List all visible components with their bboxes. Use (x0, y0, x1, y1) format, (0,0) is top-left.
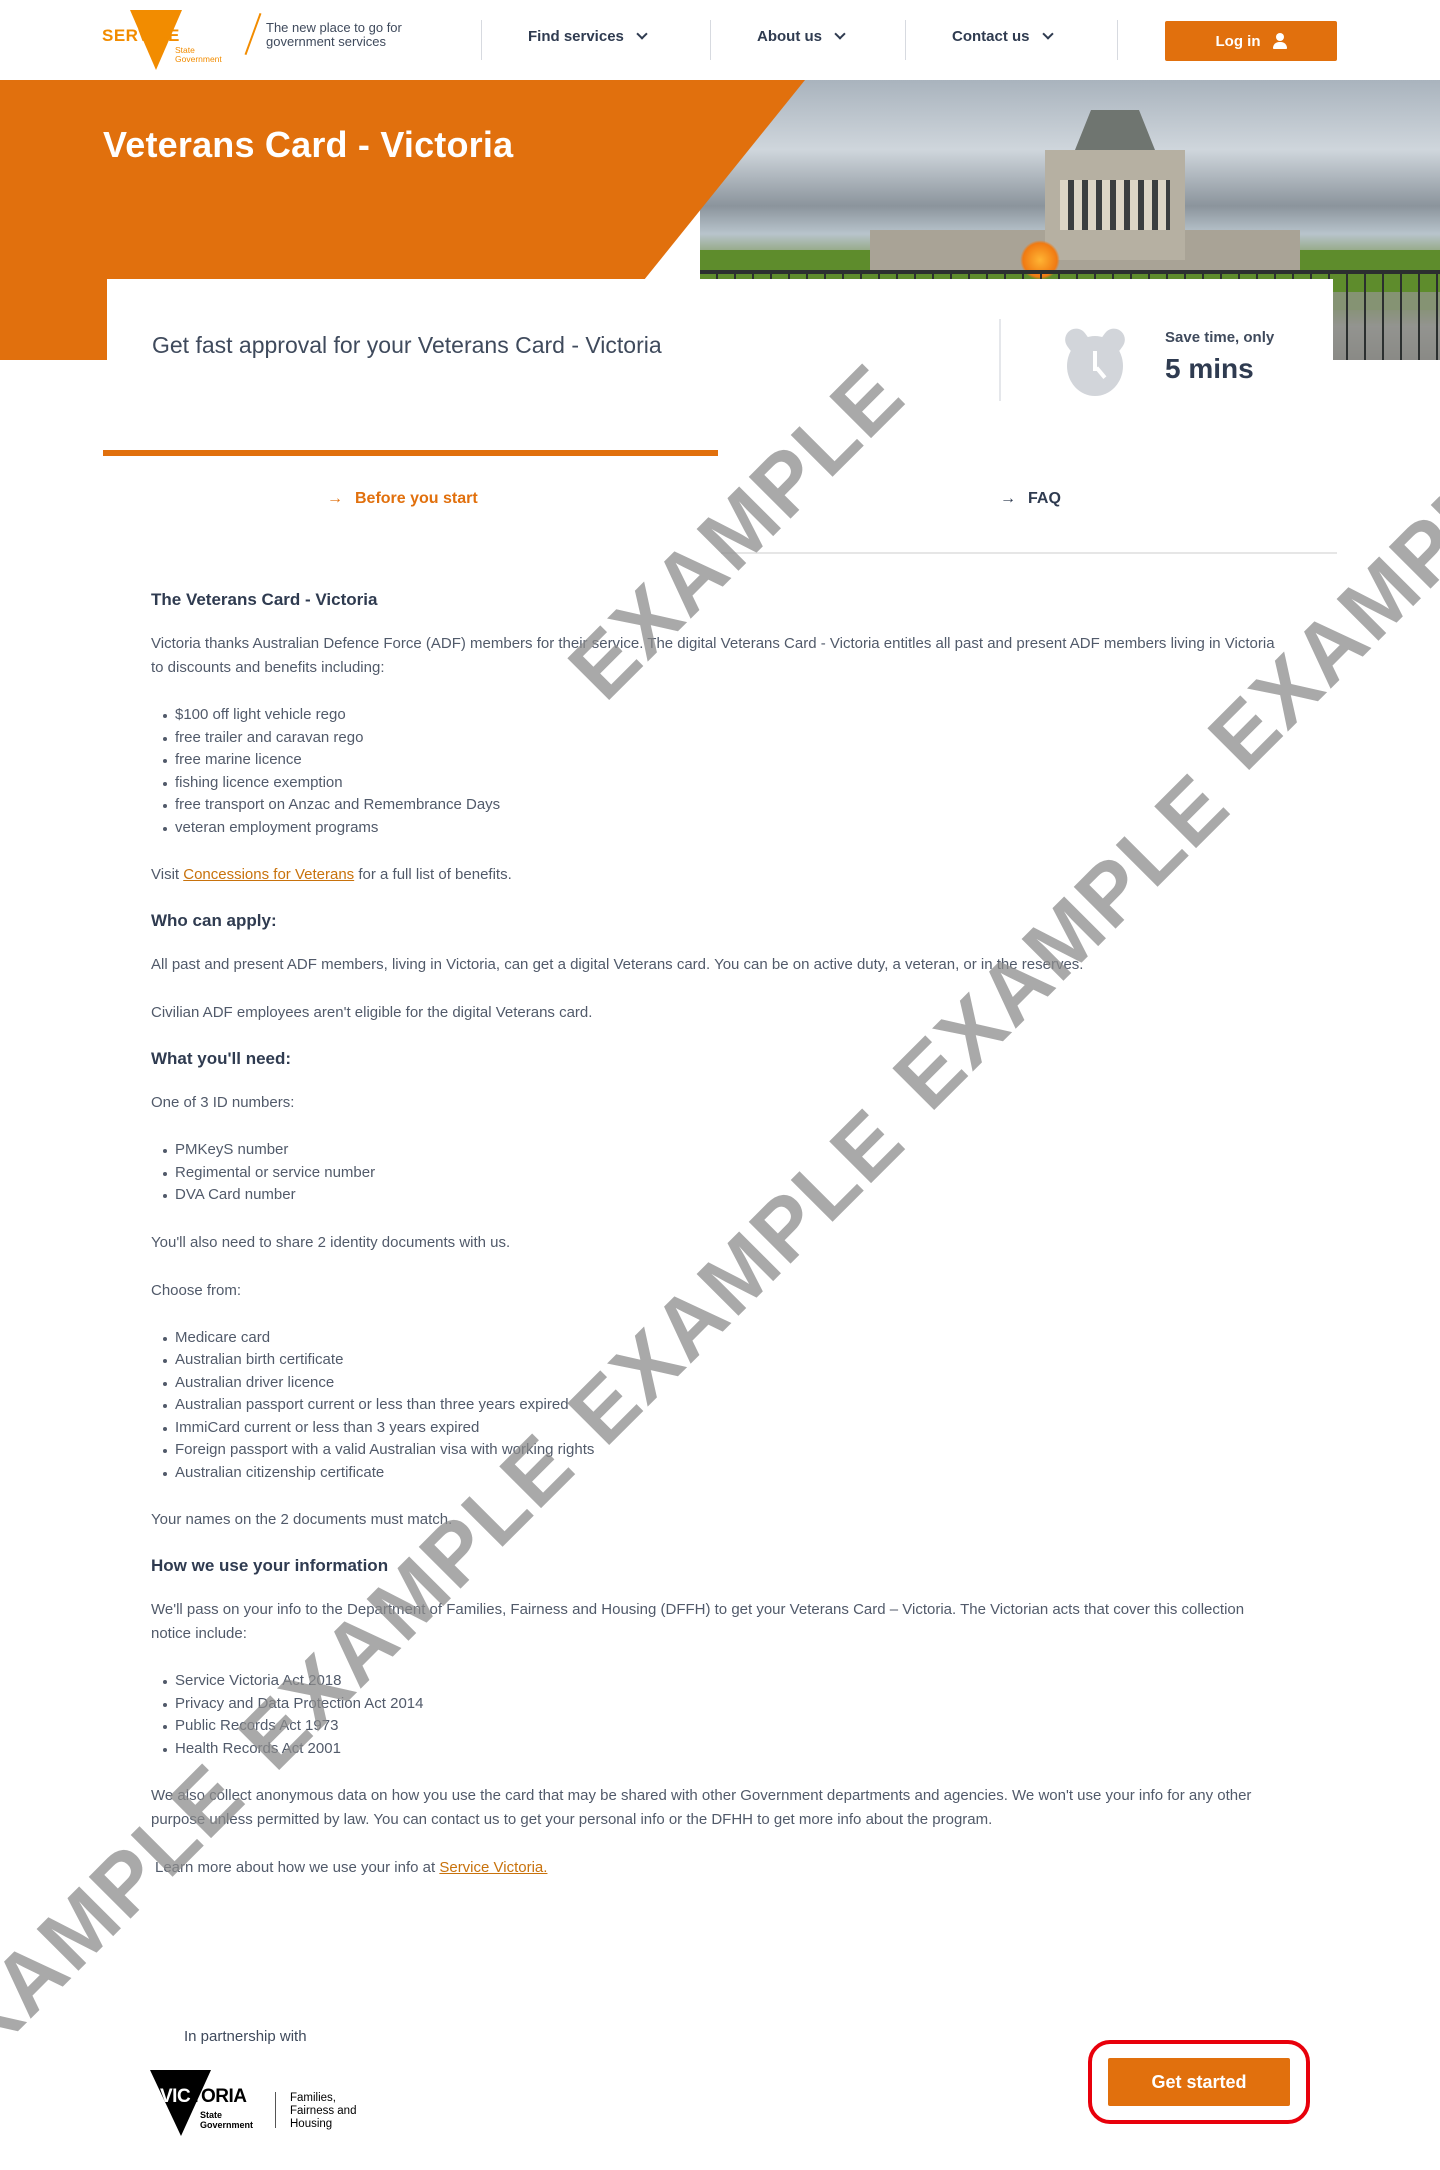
login-button[interactable]: Log in (1165, 21, 1337, 61)
visit-paragraph: Visit Concessions for Veterans for a ful… (151, 863, 1281, 887)
learn-more-prefix: Learn more about how we use your info at (155, 1859, 440, 1876)
list-item: free trailer and caravan rego (163, 727, 1281, 750)
list-item: Health Records Act 2001 (163, 1738, 1281, 1761)
list-item: Public Records Act 1973 (163, 1715, 1281, 1738)
list-item: Service Victoria Act 2018 (163, 1670, 1281, 1693)
alarm-clock-icon (1060, 324, 1130, 396)
section-heading-what-youll-need: What you'll need: (151, 1049, 292, 1068)
nav-divider (905, 20, 906, 60)
logo-text: SERVICE (102, 26, 180, 45)
nav-find-services[interactable]: Find services (528, 28, 648, 45)
victoria-dffh-logo: VICTORIA State Government Families, Fair… (150, 2070, 380, 2140)
list-item: free marine licence (163, 749, 1281, 772)
chevron-down-icon (834, 28, 846, 40)
benefits-list: $100 off light vehicle rego free trailer… (151, 704, 1281, 839)
nav-contact-us[interactable]: Contact us (952, 28, 1054, 45)
nav-about-us[interactable]: About us (757, 28, 846, 45)
section-paragraph: One of 3 ID numbers: (151, 1094, 295, 1111)
section-paragraph: Your names on the 2 documents must match… (151, 1511, 453, 1528)
section-paragraph: You'll also need to share 2 identity doc… (151, 1233, 511, 1251)
learn-more-paragraph: Learn more about how we use your info at… (151, 1856, 1281, 1880)
list-item: ImmiCard current or less than 3 years ex… (163, 1417, 1281, 1440)
tab-label: FAQ (1028, 490, 1061, 507)
visit-suffix: for a full list of benefits. (354, 866, 512, 883)
intro-divider (999, 319, 1001, 401)
tagline-slash (244, 12, 262, 56)
list-item: Foreign passport with a valid Australian… (163, 1439, 1281, 1462)
visit-prefix: Visit (151, 866, 184, 883)
service-victoria-logo[interactable]: SERVICE State Government (102, 10, 232, 72)
tab-underline (721, 552, 1337, 554)
save-time-value: 5 mins (1165, 353, 1254, 384)
concessions-for-veterans-link[interactable]: Concessions for Veterans (183, 866, 354, 883)
id-numbers-list: PMKeyS number Regimental or service numb… (151, 1139, 1281, 1207)
list-item: Australian citizenship certificate (163, 1462, 1281, 1485)
site-header: SERVICE State Government The new place t… (0, 0, 1440, 80)
list-item: Australian passport current or less than… (163, 1394, 1281, 1417)
nav-divider (710, 20, 711, 60)
list-item: Australian birth certificate (163, 1349, 1281, 1372)
list-item: Australian driver licence (163, 1372, 1281, 1395)
arrow-right-icon: → (327, 490, 343, 507)
arrow-right-icon: → (1000, 490, 1016, 507)
intro-text: Get fast approval for your Veterans Card… (152, 332, 662, 358)
section-paragraph: All past and present ADF members, living… (151, 956, 1084, 973)
logo-divider (275, 2092, 276, 2128)
nav-label: Find services (528, 28, 624, 45)
tab-active-indicator (103, 450, 718, 456)
get-started-button[interactable]: Get started (1108, 2058, 1290, 2106)
tab-label: Before you start (355, 490, 478, 507)
chevron-down-icon (1041, 28, 1054, 40)
section-paragraph: We also collect anonymous data on how yo… (151, 1787, 1252, 1828)
page-title: Veterans Card - Victoria (103, 124, 514, 165)
list-item: veteran employment programs (163, 817, 1281, 840)
section-heading-veterans-card: The Veterans Card - Victoria (151, 590, 378, 609)
hero-image-shrine (1025, 110, 1205, 260)
list-item: Medicare card (163, 1327, 1281, 1350)
partner-label: In partnership with (184, 2028, 307, 2045)
section-heading-how-we-use-info: How we use your information (151, 1556, 389, 1575)
nav-label: Contact us (952, 28, 1030, 45)
tab-before-you-start[interactable]: → Before you start (327, 490, 478, 508)
section-paragraph: Victoria thanks Australian Defence Force… (151, 635, 1275, 676)
login-label: Log in (1215, 32, 1261, 50)
victoria-wordmark-a: VIC (160, 2086, 191, 2107)
section-paragraph: Choose from: (151, 1281, 242, 1299)
department-name: Families, Fairness and Housing (290, 2092, 357, 2130)
list-item: Privacy and Data Protection Act 2014 (163, 1693, 1281, 1716)
save-time-label: Save time, only (1165, 329, 1275, 346)
tagline: The new place to go for government servi… (266, 20, 402, 49)
victoria-subtext: State Government (200, 2110, 254, 2130)
list-item: free transport on Anzac and Remembrance … (163, 794, 1281, 817)
user-icon (1272, 33, 1287, 49)
list-item: Regimental or service number (163, 1162, 1281, 1185)
nav-label: About us (757, 28, 822, 45)
service-victoria-link[interactable]: Service Victoria. (439, 1859, 547, 1876)
logo-subtext: State Government (175, 45, 222, 64)
nav-divider (481, 20, 482, 60)
victoria-wordmark-b: TORIA (190, 2086, 247, 2107)
documents-list: Medicare card Australian birth certifica… (151, 1327, 1281, 1485)
before-you-start-content: The Veterans Card - Victoria Victoria th… (151, 590, 1281, 1904)
intro-card: Get fast approval for your Veterans Card… (107, 279, 1333, 449)
hero-orange-panel-left (0, 80, 110, 360)
victoria-wordmark: VICTORIA (160, 2086, 247, 2108)
section-paragraph: Civilian ADF employees aren't eligible f… (151, 1004, 593, 1021)
section-paragraph: We'll pass on your info to the Departmen… (151, 1601, 1245, 1642)
acts-list: Service Victoria Act 2018 Privacy and Da… (151, 1670, 1281, 1760)
chevron-down-icon (636, 28, 648, 40)
nav-divider (1117, 20, 1118, 60)
list-item: $100 off light vehicle rego (163, 704, 1281, 727)
list-item: PMKeyS number (163, 1139, 1281, 1162)
section-heading-who-can-apply: Who can apply: (151, 911, 277, 930)
tab-faq[interactable]: → FAQ (1000, 490, 1061, 508)
list-item: fishing licence exemption (163, 772, 1281, 795)
list-item: DVA Card number (163, 1184, 1281, 1207)
